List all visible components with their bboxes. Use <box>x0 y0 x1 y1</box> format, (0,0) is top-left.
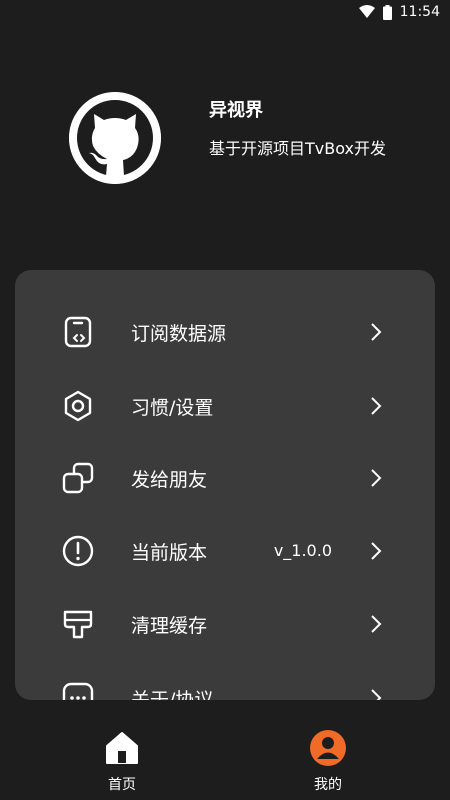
brush-clean-icon <box>63 610 93 639</box>
avatar[interactable] <box>69 92 161 184</box>
chevron-right-icon <box>371 689 382 700</box>
settings-hex-icon <box>64 390 92 422</box>
chevron-right-icon <box>371 323 382 341</box>
status-time: 11:54 <box>399 4 440 20</box>
chevron-right-icon <box>371 615 382 633</box>
menu-item-version[interactable]: 当前版本 v_1.0.0 <box>15 514 435 586</box>
menu-item-about[interactable]: 关于/协议 <box>15 661 435 700</box>
wifi-icon <box>358 5 375 18</box>
app-name: 异视界 <box>209 100 263 121</box>
menu-item-clear-cache[interactable]: 清理缓存 <box>15 587 435 659</box>
nav-tab-mine-label: 我的 <box>314 777 342 793</box>
github-octocat-icon <box>69 92 161 184</box>
version-value: v_1.0.0 <box>273 541 332 560</box>
info-exclamation-icon <box>62 535 94 567</box>
chevron-right-icon <box>371 469 382 487</box>
menu-item-label: 清理缓存 <box>131 615 208 637</box>
nav-tab-mine[interactable]: 我的 <box>283 730 373 800</box>
chevron-right-icon <box>371 542 382 560</box>
home-icon <box>106 732 138 764</box>
battery-icon <box>382 4 392 20</box>
chat-dots-icon <box>62 682 94 700</box>
subscription-source-icon <box>64 316 92 348</box>
bottom-navigation: 首页 我的 <box>0 712 450 800</box>
menu-card: 订阅数据源 习惯/设置 发给朋友 当前版本 v_1.0.0 清理缓存 关于/协议 <box>15 270 435 700</box>
menu-item-share[interactable]: 发给朋友 <box>15 441 435 513</box>
menu-item-subscription[interactable]: 订阅数据源 <box>15 295 435 367</box>
menu-item-label: 习惯/设置 <box>131 397 214 419</box>
share-squares-icon <box>62 462 94 494</box>
menu-item-label: 订阅数据源 <box>131 323 227 345</box>
app-description: 基于开源项目TvBox开发 <box>209 139 386 158</box>
menu-item-settings[interactable]: 习惯/设置 <box>15 369 435 441</box>
menu-item-label: 关于/协议 <box>131 689 214 700</box>
status-bar: 11:54 <box>0 0 450 24</box>
profile-header: 异视界 基于开源项目TvBox开发 <box>69 92 430 184</box>
chevron-right-icon <box>371 397 382 415</box>
user-profile-icon <box>310 730 346 766</box>
menu-item-label: 当前版本 <box>131 542 208 564</box>
nav-tab-home[interactable]: 首页 <box>77 730 167 800</box>
nav-tab-home-label: 首页 <box>108 777 136 793</box>
menu-item-label: 发给朋友 <box>131 469 208 491</box>
